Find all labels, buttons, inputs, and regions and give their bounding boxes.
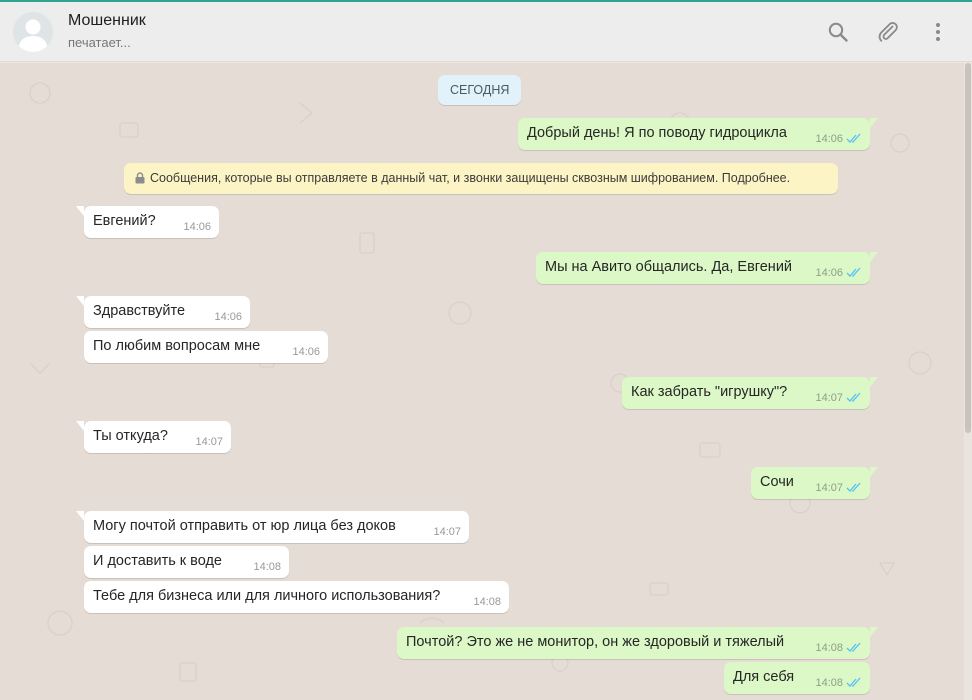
message-time: 14:06 [214, 311, 242, 323]
bubble-tail [870, 118, 878, 128]
double-check-icon [846, 267, 861, 277]
message-outgoing[interactable]: Мы на Авито общались. Да, Евгений 14:06 [536, 252, 878, 284]
message-incoming[interactable]: Евгений? 14:06 [76, 206, 219, 238]
bubble-tail [870, 627, 878, 637]
typing-status: печатает... [68, 35, 131, 50]
message-outgoing[interactable]: Добрый день! Я по поводу гидроцикла 14:0… [518, 118, 878, 150]
menu-icon[interactable] [926, 20, 950, 44]
default-avatar-icon [13, 12, 53, 52]
message-text: Сочи [760, 474, 794, 490]
double-check-icon [846, 133, 861, 143]
message-outgoing[interactable]: Почтой? Это же не монитор, он же здоровы… [397, 627, 878, 659]
message-incoming[interactable]: По любим вопросам мне 14:06 [84, 331, 328, 363]
message-incoming[interactable]: Здравствуйте 14:06 [76, 296, 250, 328]
message-time: 14:08 [253, 561, 281, 573]
lock-icon [135, 172, 145, 184]
message-time: 14:07 [815, 482, 843, 494]
encryption-notice-text: Сообщения, которые вы отправляете в данн… [150, 171, 791, 185]
double-check-icon [846, 642, 861, 652]
message-time: 14:07 [815, 392, 843, 404]
date-divider: СЕГОДНЯ [438, 75, 522, 105]
bubble-tail [76, 421, 84, 431]
message-text: Почтой? Это же не монитор, он же здоровы… [406, 634, 785, 650]
encryption-notice[interactable]: Сообщения, которые вы отправляете в данн… [124, 163, 838, 194]
bubble-tail [870, 467, 878, 477]
message-time: 14:06 [183, 221, 211, 233]
message-time: 14:08 [473, 596, 501, 608]
message-outgoing[interactable]: Как забрать "игрушку"? 14:07 [622, 377, 878, 409]
message-text: Добрый день! Я по поводу гидроцикла [527, 125, 787, 141]
message-text: По любим вопросам мне [93, 338, 261, 354]
scrollbar-thumb[interactable] [965, 63, 971, 433]
bubble-tail [76, 206, 84, 216]
double-check-icon [846, 482, 861, 492]
message-text: Тебе для бизнеса или для личного использ… [93, 588, 441, 604]
message-outgoing[interactable]: Для себя 14:08 [724, 662, 870, 694]
bubble-tail [870, 377, 878, 387]
message-incoming[interactable]: Ты откуда? 14:07 [76, 421, 231, 453]
chat-scrollbar[interactable] [964, 63, 972, 700]
message-text: Здравствуйте [93, 303, 186, 319]
message-time: 14:07 [433, 526, 461, 538]
bubble-tail [76, 511, 84, 521]
message-text: Мы на Авито общались. Да, Евгений [545, 259, 793, 275]
message-time: 14:06 [815, 133, 843, 145]
message-outgoing[interactable]: Сочи 14:07 [751, 467, 878, 499]
message-text: Ты откуда? [93, 428, 168, 444]
attach-icon[interactable] [876, 20, 900, 44]
contact-name[interactable]: Мошенник [68, 12, 146, 30]
message-text: И доставить к воде [93, 553, 222, 569]
message-incoming[interactable]: Могу почтой отправить от юр лица без док… [76, 511, 469, 543]
message-time: 14:08 [815, 642, 843, 654]
double-check-icon [846, 677, 861, 687]
message-time: 14:06 [292, 346, 320, 358]
search-icon[interactable] [826, 20, 850, 44]
message-text: Для себя [733, 669, 795, 685]
message-time: 14:06 [815, 267, 843, 279]
message-time: 14:07 [195, 436, 223, 448]
chat-header: Мошенник печатает... [0, 2, 972, 62]
message-text: Евгений? [93, 213, 156, 229]
avatar[interactable] [13, 12, 53, 52]
message-text: Как забрать "игрушку"? [631, 384, 788, 400]
bubble-tail [76, 296, 84, 306]
message-text: Могу почтой отправить от юр лица без док… [93, 518, 396, 534]
message-time: 14:08 [815, 677, 843, 689]
message-incoming[interactable]: И доставить к воде 14:08 [84, 546, 289, 578]
message-incoming[interactable]: Тебе для бизнеса или для личного использ… [84, 581, 509, 613]
chat-panel[interactable]: СЕГОДНЯ Сообщения, которые вы отправляет… [0, 63, 964, 700]
bubble-tail [870, 252, 878, 262]
double-check-icon [846, 392, 861, 402]
